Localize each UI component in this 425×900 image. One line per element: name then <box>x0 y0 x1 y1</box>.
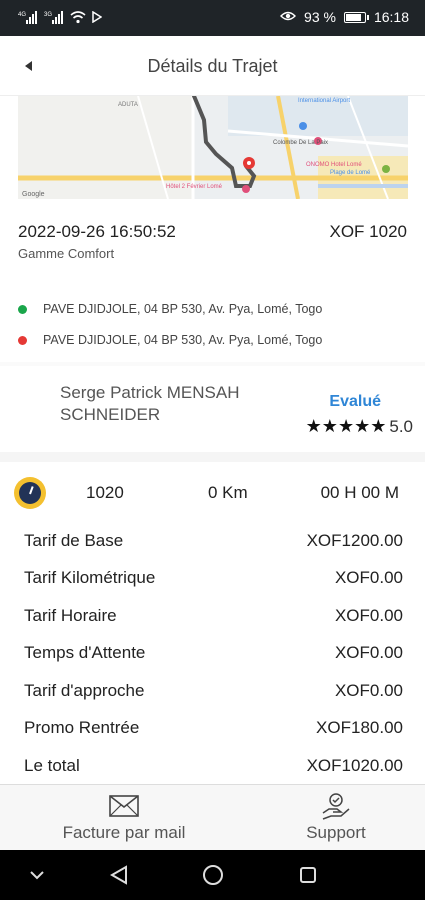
wifi-icon <box>70 10 86 27</box>
trip-range: Gamme Comfort <box>18 246 115 261</box>
map-label: ADUTA <box>118 102 138 108</box>
signal-icon-1: 4G <box>18 10 38 27</box>
eye-icon <box>280 9 297 25</box>
pickup-dot-icon <box>18 304 27 314</box>
nav-home-icon[interactable] <box>200 862 226 888</box>
fare-label: Tarif de Base <box>24 531 124 550</box>
mail-icon <box>109 791 139 821</box>
fare-row: Tarif de Base XOF1200.00 <box>24 531 403 555</box>
trip-datetime: 2022-09-26 16:50:52 <box>18 222 176 241</box>
fare-value: XOF1020.00 <box>306 756 403 775</box>
fare-label: Le total <box>24 756 80 775</box>
dropoff-address-text: PAVE DJIDJOLE, 04 BP 530, Av. Pya, Lomé,… <box>43 333 323 347</box>
fare-row: Tarif d'approche XOF0.00 <box>24 681 403 705</box>
rating-value: 5.0 <box>389 416 413 436</box>
summary-duration: 00 H 00 M <box>320 483 399 502</box>
fare-value: XOF0.00 <box>334 606 403 625</box>
fare-value: XOF0.00 <box>334 568 403 587</box>
fare-value: XOF180.00 <box>316 718 403 737</box>
battery-fill <box>345 13 361 21</box>
page-title: Détails du Trajet <box>147 56 278 76</box>
fare-value: XOF0.00 <box>334 643 403 662</box>
support-label: Support <box>306 823 366 842</box>
speedometer-icon <box>14 477 46 509</box>
pickup-address-text: PAVE DJIDJOLE, 04 BP 530, Av. Pya, Lomé,… <box>43 302 323 316</box>
fare-label: Tarif Kilométrique <box>24 568 156 587</box>
driver-name: Serge Patrick MENSAH SCHNEIDER <box>60 383 240 424</box>
fare-label: Promo Rentrée <box>24 718 140 737</box>
bottom-action-bar: Facture par mail Support <box>0 784 425 850</box>
signal-icon-2: 3G <box>44 10 64 27</box>
nav-recents-icon[interactable] <box>295 862 321 888</box>
trip-price: XOF 1020 <box>329 222 408 241</box>
fare-value: XOF1200.00 <box>306 531 403 550</box>
status-bar: 4G 3G 93 % 16:18 <box>0 0 425 36</box>
fare-row: Promo Rentrée XOF180.00 <box>24 718 403 742</box>
chevron-down-icon[interactable] <box>24 862 50 888</box>
route-map[interactable]: ADUTA International Airport Colombe De L… <box>18 96 408 199</box>
nav-back-icon[interactable] <box>106 862 132 888</box>
fare-row: Tarif Kilométrique XOF0.00 <box>24 568 403 592</box>
summary-distance: 0 Km <box>208 483 248 502</box>
dropoff-dot-icon <box>18 335 27 345</box>
status-right: 93 % 16:18 <box>280 9 409 25</box>
driver-rating: ★★★★★ 5.0 <box>306 416 413 437</box>
fare-label: Temps d'Attente <box>24 643 146 662</box>
play-icon <box>92 10 103 26</box>
evaluation-status: Evalué <box>329 393 381 410</box>
status-left: 4G 3G <box>18 10 103 27</box>
fare-total-row: Le total XOF1020.00 <box>24 756 403 780</box>
clock: 16:18 <box>373 9 409 25</box>
map-label: International Airport <box>298 98 350 104</box>
fare-label: Tarif d'approche <box>24 681 145 700</box>
system-nav-bar <box>0 850 425 900</box>
divider <box>0 452 425 462</box>
fare-label: Tarif Horaire <box>24 606 117 625</box>
pickup-address: PAVE DJIDJOLE, 04 BP 530, Av. Pya, Lomé,… <box>18 302 322 316</box>
support-button[interactable]: Support <box>230 785 425 851</box>
trip-summary: 1020 0 Km 00 H 00 M <box>0 474 425 514</box>
summary-amount: 1020 <box>86 483 124 502</box>
map-label: Colombe De La Paix <box>273 140 328 146</box>
star-rating-icon: ★★★★★ <box>305 416 387 436</box>
app-header: Détails du Trajet <box>0 36 425 96</box>
divider <box>0 362 425 366</box>
battery-percent: 93 % <box>304 9 336 25</box>
invoice-label: Facture par mail <box>62 823 186 842</box>
dropoff-address: PAVE DJIDJOLE, 04 BP 530, Av. Pya, Lomé,… <box>18 333 322 347</box>
support-hand-icon <box>321 791 351 821</box>
svg-text:3G: 3G <box>44 12 52 18</box>
map-label: ONOMO Hotel Lomé <box>306 162 362 168</box>
map-label: Plage de Lomé <box>330 170 371 176</box>
fare-row: Tarif Horaire XOF0.00 <box>24 606 403 630</box>
svg-text:4G: 4G <box>18 12 26 18</box>
fare-row: Temps d'Attente XOF0.00 <box>24 643 403 667</box>
google-logo: Google <box>22 191 45 198</box>
fare-value: XOF0.00 <box>334 681 403 700</box>
map-label: Hôtel 2 Février Lomé <box>166 184 223 190</box>
battery-icon <box>343 11 369 23</box>
invoice-by-mail-button[interactable]: Facture par mail <box>18 785 230 851</box>
